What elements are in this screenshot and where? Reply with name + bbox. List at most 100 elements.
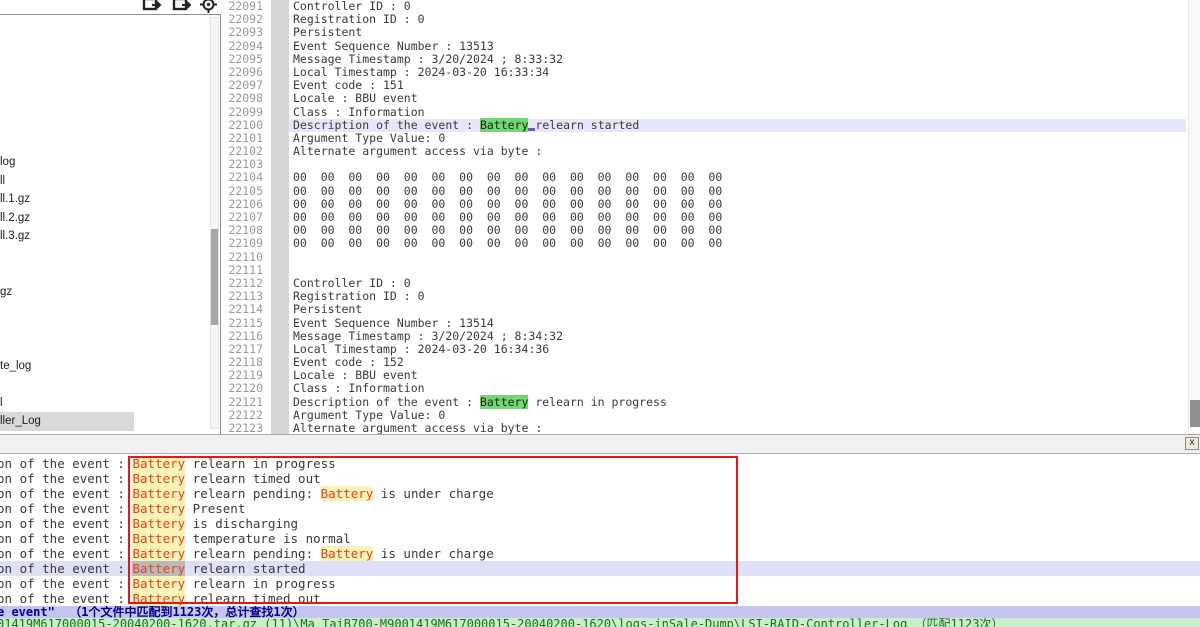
result-row[interactable]: on of the event : Battery relearn in pro…	[0, 576, 1200, 591]
match-highlight: Battery	[132, 516, 185, 531]
sidebar-scrollbar-thumb[interactable]	[211, 229, 218, 325]
result-row[interactable]: on of the event : Battery temperature is…	[0, 531, 1200, 546]
line-number: 22105	[221, 185, 267, 198]
result-row-prefix: on of the event :	[0, 501, 132, 516]
text-segment: 00 00 00 00 00 00 00 00 00 00 00 00 00 0…	[293, 223, 722, 237]
text-segment: Description of the event :	[293, 118, 480, 132]
text-segment: 00 00 00 00 00 00 00 00 00 00 00 00 00 0…	[293, 210, 722, 224]
editor-scrollbar[interactable]	[1188, 0, 1200, 434]
line-number: 22100	[221, 119, 267, 132]
result-row[interactable]: on of the event : Battery relearn timed …	[0, 471, 1200, 486]
editor-text[interactable]: Controller ID : 0Registration ID : 0Pers…	[289, 0, 1186, 434]
line-number: 22116	[221, 330, 267, 343]
line-number: 22111	[221, 264, 267, 277]
result-row[interactable]: on of the event : Battery relearn pendin…	[0, 546, 1200, 561]
panel-splitter[interactable]	[0, 434, 1200, 454]
line-number: 22093	[221, 26, 267, 39]
sidebar-file[interactable]: l	[0, 394, 205, 413]
sidebar-gap	[0, 320, 205, 339]
line-number: 22099	[221, 106, 267, 119]
fold-margin	[271, 0, 289, 434]
file-list: logllll.1.gzll.2.gzll.3.gz gz te_loglller_…	[0, 153, 205, 431]
text-segment: Event Sequence Number : 13514	[293, 316, 494, 330]
editor-line[interactable]: Local Timestamp : 2024-03-20 16:33:34	[289, 66, 1186, 79]
match-highlight: Battery	[132, 546, 185, 561]
sidebar-file[interactable]: ll	[0, 172, 205, 191]
log-editor[interactable]: 2209122092220932209422095220962209722098…	[221, 0, 1188, 434]
text-segment: Persistent	[293, 25, 362, 39]
sidebar-gap	[0, 338, 205, 357]
sidebar-gap	[0, 301, 205, 320]
text-segment: Class : Information	[293, 381, 425, 395]
editor-line[interactable]	[289, 264, 1186, 277]
match-highlight: Battery	[321, 546, 374, 561]
text-segment: Alternate argument access via byte :	[293, 421, 542, 434]
match-highlight: Battery	[132, 576, 185, 591]
match-highlight: Battery	[132, 531, 185, 546]
export-log-icon[interactable]	[142, 0, 162, 13]
text-segment: Local Timestamp : 2024-03-20 16:33:34	[293, 65, 549, 79]
result-row[interactable]: on of the event : Battery relearn in pro…	[0, 456, 1200, 471]
search-results-panel[interactable]: on of the event : Battery relearn in pro…	[0, 454, 1200, 606]
text-segment: relearn started	[185, 561, 305, 576]
sidebar-file[interactable]: ller_Log	[0, 412, 134, 431]
line-number: 22123	[221, 422, 267, 434]
text-segment: Persistent	[293, 302, 362, 316]
text-segment: Controller ID : 0	[293, 276, 411, 290]
result-row-prefix: on of the event :	[0, 456, 132, 471]
result-row-prefix: on of the event :	[0, 516, 132, 531]
text-segment: Argument Type Value: 0	[293, 408, 445, 422]
match-highlight: Battery	[321, 486, 374, 501]
text-segment: relearn in progress	[185, 456, 336, 471]
result-row-prefix: on of the event :	[0, 546, 132, 561]
editor-scrollbar-thumb[interactable]	[1190, 400, 1200, 427]
text-segment: Registration ID : 0	[293, 289, 425, 303]
crosshair-icon[interactable]	[200, 0, 217, 13]
text-segment: temperature is normal	[185, 531, 351, 546]
result-row-prefix: on of the event :	[0, 471, 132, 486]
sidebar-file[interactable]: ll.1.gz	[0, 190, 205, 209]
editor-line[interactable]: Event code : 151	[289, 79, 1186, 92]
sidebar-scrollbar[interactable]	[210, 17, 219, 429]
sidebar-file[interactable]: gz	[0, 283, 205, 302]
sidebar-gap	[0, 264, 205, 283]
editor-line[interactable]: 00 00 00 00 00 00 00 00 00 00 00 00 00 0…	[289, 237, 1186, 250]
sidebar-file[interactable]: ll.3.gz	[0, 227, 205, 246]
result-row[interactable]: on of the event : Battery relearn starte…	[0, 561, 1200, 576]
result-row[interactable]: on of the event : Battery relearn timed …	[0, 591, 1200, 606]
result-row-prefix: on of the event :	[0, 531, 132, 546]
match-highlight: Battery	[132, 456, 185, 471]
result-row-prefix: on of the event :	[0, 486, 132, 501]
export-log-2-icon[interactable]	[172, 0, 192, 13]
editor-line[interactable]: Local Timestamp : 2024-03-20 16:34:36	[289, 343, 1186, 356]
sidebar-file[interactable]: log	[0, 153, 205, 172]
line-number: 22109	[221, 237, 267, 250]
result-row[interactable]: on of the event : Battery relearn pendin…	[0, 486, 1200, 501]
editor-line[interactable]	[289, 251, 1186, 264]
line-number-gutter: 2209122092220932209422095220962209722098…	[221, 0, 267, 434]
close-icon[interactable]: x	[1185, 437, 1199, 450]
text-segment: Alternate argument access via byte :	[293, 144, 542, 158]
result-row[interactable]: on of the event : Battery Present	[0, 501, 1200, 516]
sidebar-file[interactable]: ll.2.gz	[0, 209, 205, 228]
editor-line[interactable]: Event code : 152	[289, 356, 1186, 369]
search-summary-line[interactable]: e event" （1个文件中匹配到1123次，总计查找1次）	[0, 606, 1200, 618]
sidebar-gap	[0, 246, 205, 265]
editor-line[interactable]: Alternate argument access via byte :	[289, 422, 1186, 434]
line-number: 22120	[221, 382, 267, 395]
text-segment: Class : Information	[293, 105, 425, 119]
text-segment: relearn started	[535, 118, 639, 132]
sidebar-file[interactable]: te_log	[0, 357, 205, 376]
match-highlight: Battery	[480, 118, 528, 132]
text-segment: Present	[185, 501, 245, 516]
editor-line[interactable]: Registration ID : 0	[289, 13, 1186, 26]
match-highlight: Battery	[480, 395, 528, 409]
text-segment: Description of the event :	[293, 395, 480, 409]
line-number: 22098	[221, 92, 267, 105]
sidebar-gap	[0, 375, 205, 394]
result-file-path-line[interactable]: 01419M617000015-20040200-1620.tar.gz (11…	[0, 618, 1200, 627]
editor-line[interactable]: Registration ID : 0	[289, 290, 1186, 303]
result-row[interactable]: on of the event : Battery is discharging	[0, 516, 1200, 531]
text-segment: 00 00 00 00 00 00 00 00 00 00 00 00 00 0…	[293, 236, 722, 250]
editor-line[interactable]: Alternate argument access via byte :	[289, 145, 1186, 158]
